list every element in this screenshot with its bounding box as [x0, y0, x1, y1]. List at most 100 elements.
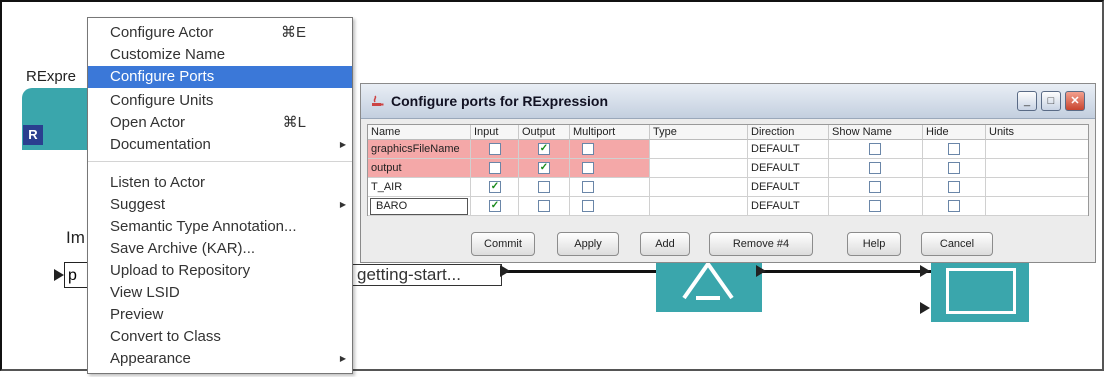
input-cell [471, 159, 519, 178]
apply-button[interactable]: Apply [557, 232, 619, 256]
input-checkbox[interactable] [489, 162, 501, 174]
show-name-cell [829, 197, 923, 216]
port-name-cell[interactable]: output [368, 159, 471, 178]
menu-item-semantic-type-annotation[interactable]: Semantic Type Annotation... [88, 216, 352, 238]
maximize-button[interactable]: □ [1041, 91, 1061, 111]
menu-separator [88, 161, 352, 162]
show-name-cell [829, 140, 923, 159]
column-header-direction[interactable]: Direction [748, 125, 829, 140]
shortcut-label: ⌘E [280, 24, 306, 41]
output-checkbox[interactable] [538, 200, 550, 212]
input-port-icon[interactable] [920, 265, 930, 277]
menu-item-convert-to-class[interactable]: Convert to Class [88, 326, 352, 348]
hide-cell [923, 140, 986, 159]
output-cell [519, 197, 570, 216]
output-port-icon[interactable] [500, 265, 510, 277]
show-name-checkbox[interactable] [869, 143, 881, 155]
column-header-type[interactable]: Type [650, 125, 748, 140]
direction-cell[interactable]: DEFAULT [748, 159, 829, 178]
column-header-multiport[interactable]: Multiport [570, 125, 650, 140]
multiport-cell [570, 140, 650, 159]
menu-item-preview[interactable]: Preview [88, 304, 352, 326]
ports-table: Name Input Output Multiport Type Directi… [367, 124, 1089, 216]
input-checkbox[interactable]: ✓ [489, 181, 501, 193]
direction-cell[interactable]: DEFAULT [748, 178, 829, 197]
menu-item-upload-to-repository[interactable]: Upload to Repository [88, 260, 352, 282]
menu-item-customize-name[interactable]: Customize Name [88, 44, 352, 66]
multiport-checkbox[interactable] [582, 143, 594, 155]
show-name-checkbox[interactable] [869, 181, 881, 193]
menu-item-open-actor[interactable]: Open Actor ⌘L [88, 112, 352, 134]
direction-cell[interactable]: DEFAULT [748, 140, 829, 159]
menu-item-appearance[interactable]: Appearance ▶ [88, 348, 352, 370]
dialog-title: Configure ports for RExpression [391, 93, 609, 109]
hide-checkbox[interactable] [948, 181, 960, 193]
remove-button[interactable]: Remove #4 [709, 232, 813, 256]
input-checkbox[interactable]: ✓ [489, 200, 501, 212]
hide-cell [923, 197, 986, 216]
hide-checkbox[interactable] [948, 143, 960, 155]
output-checkbox[interactable] [538, 181, 550, 193]
multiport-checkbox[interactable] [582, 200, 594, 212]
menu-item-configure-actor[interactable]: Configure Actor ⌘E [88, 22, 352, 44]
actor-name-label: RExpre [26, 68, 77, 85]
connection-line [502, 270, 656, 273]
show-name-checkbox[interactable] [869, 162, 881, 174]
hide-checkbox[interactable] [948, 162, 960, 174]
output-checkbox[interactable]: ✓ [538, 162, 550, 174]
port-name-edit-field[interactable]: BARO [370, 198, 468, 215]
partial-actor-label: Im [66, 228, 85, 247]
units-cell[interactable] [986, 178, 1088, 197]
multiport-checkbox[interactable] [582, 162, 594, 174]
type-cell[interactable] [650, 140, 748, 159]
units-cell[interactable] [986, 197, 1088, 216]
input-checkbox[interactable] [489, 143, 501, 155]
context-menu: Configure Actor ⌘E Customize Name Config… [87, 17, 353, 374]
triangle-icon [682, 260, 734, 300]
port-name-cell: BARO [368, 197, 471, 216]
dialog-title-bar[interactable]: Configure ports for RExpression _ □ ✕ [361, 84, 1095, 119]
column-header-input[interactable]: Input [471, 125, 519, 140]
show-name-cell [829, 159, 923, 178]
show-name-checkbox[interactable] [869, 200, 881, 212]
help-button[interactable]: Help [847, 232, 901, 256]
units-cell[interactable] [986, 159, 1088, 178]
getting-started-box[interactable]: getting-start... [350, 264, 502, 286]
port-name-cell[interactable]: graphicsFileName [368, 140, 471, 159]
submenu-arrow-icon: ▶ [339, 140, 346, 149]
column-header-show-name[interactable]: Show Name [829, 125, 923, 140]
close-button[interactable]: ✕ [1065, 91, 1085, 111]
column-header-hide[interactable]: Hide [923, 125, 986, 140]
type-cell[interactable] [650, 159, 748, 178]
column-header-units[interactable]: Units [986, 125, 1088, 140]
type-cell[interactable] [650, 178, 748, 197]
menu-item-configure-ports[interactable]: Configure Ports [88, 66, 352, 88]
menu-item-listen-to-actor[interactable]: Listen to Actor [88, 172, 352, 194]
middle-actor[interactable] [656, 256, 762, 312]
output-port-icon[interactable] [756, 265, 766, 277]
input-port-icon[interactable] [920, 302, 930, 314]
display-window-icon [946, 268, 1016, 314]
menu-item-save-archive[interactable]: Save Archive (KAR)... [88, 238, 352, 260]
multiport-cell [570, 159, 650, 178]
direction-cell[interactable]: DEFAULT [748, 197, 829, 216]
type-cell[interactable] [650, 197, 748, 216]
output-checkbox[interactable]: ✓ [538, 143, 550, 155]
menu-item-configure-units[interactable]: Configure Units [88, 90, 352, 112]
units-cell[interactable] [986, 140, 1088, 159]
r-badge-icon: R [23, 125, 43, 145]
minimize-button[interactable]: _ [1017, 91, 1037, 111]
hide-checkbox[interactable] [948, 200, 960, 212]
menu-item-suggest[interactable]: Suggest ▶ [88, 194, 352, 216]
column-header-name[interactable]: Name [368, 125, 471, 140]
port-name-cell[interactable]: T_AIR [368, 178, 471, 197]
cancel-button[interactable]: Cancel [921, 232, 993, 256]
menu-item-view-lsid[interactable]: View LSID [88, 282, 352, 304]
add-button[interactable]: Add [640, 232, 690, 256]
column-header-output[interactable]: Output [519, 125, 570, 140]
input-port-icon[interactable] [54, 269, 64, 281]
menu-item-documentation[interactable]: Documentation ▶ [88, 134, 352, 156]
commit-button[interactable]: Commit [471, 232, 535, 256]
multiport-cell [570, 178, 650, 197]
multiport-checkbox[interactable] [582, 181, 594, 193]
